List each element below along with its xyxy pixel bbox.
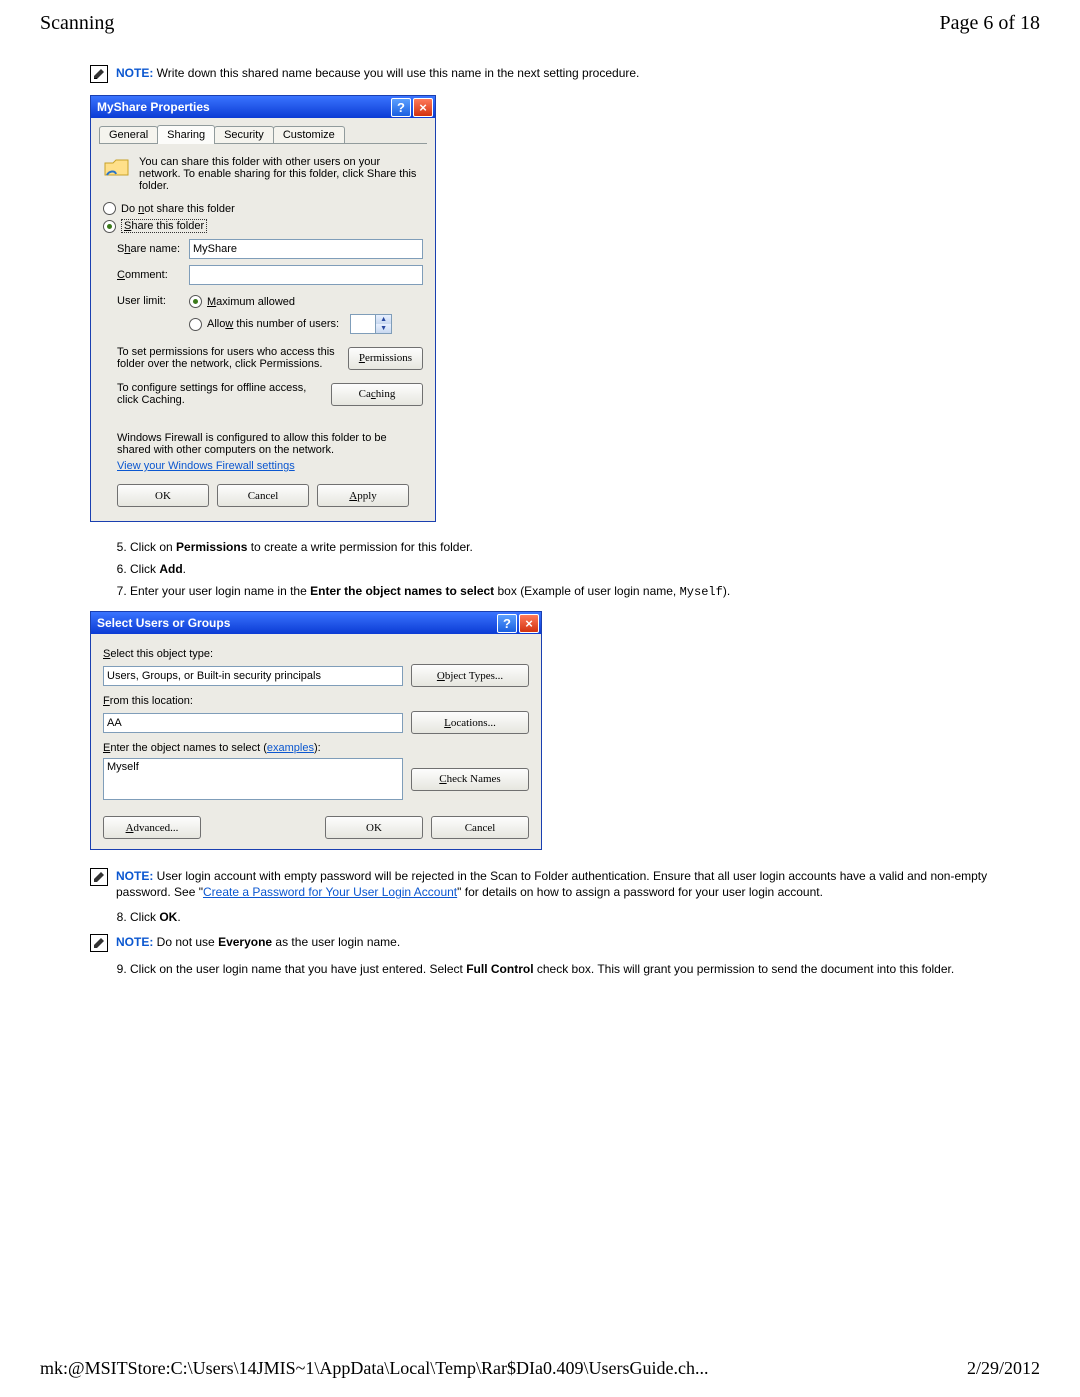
- location-input[interactable]: AA: [103, 713, 403, 733]
- caching-button[interactable]: Caching: [331, 383, 423, 406]
- chevron-down-icon[interactable]: ▼: [376, 324, 391, 333]
- step-5: Click on Permissions to create a write p…: [130, 540, 1020, 554]
- share-description: You can share this folder with other use…: [139, 156, 423, 192]
- step-9: Click on the user login name that you ha…: [130, 962, 1020, 976]
- step-6: Click Add.: [130, 562, 1020, 576]
- note-3: NOTE: Do not use Everyone as the user lo…: [90, 934, 1020, 952]
- doc-title: Scanning: [40, 12, 114, 35]
- firewall-text: Windows Firewall is configured to allow …: [117, 432, 423, 456]
- radio-share-folder-label: Share this folder: [121, 219, 207, 233]
- dialog-titlebar[interactable]: Select Users or Groups ? ×: [91, 612, 541, 634]
- advanced-button[interactable]: Advanced...: [103, 816, 201, 839]
- footer-path: mk:@MSITStore:C:\Users\14JMIS~1\AppData\…: [40, 1358, 708, 1379]
- select-users-dialog: Select Users or Groups ? × Select this o…: [90, 611, 542, 850]
- note-label: NOTE:: [116, 935, 153, 949]
- tab-security[interactable]: Security: [214, 126, 274, 143]
- help-icon[interactable]: ?: [391, 98, 411, 117]
- radio-max-allowed-label: Maximum allowed: [207, 296, 295, 308]
- page-footer: mk:@MSITStore:C:\Users\14JMIS~1\AppData\…: [40, 1358, 1040, 1379]
- note-1: NOTE: Write down this shared name becaus…: [90, 65, 1020, 83]
- user-count-stepper[interactable]: ▲▼: [350, 314, 392, 334]
- create-password-link[interactable]: Create a Password for Your User Login Ac…: [203, 885, 457, 899]
- radio-do-not-share-label: Do not share this folder: [121, 203, 235, 215]
- note-text: NOTE: Write down this shared name becaus…: [116, 65, 639, 81]
- enter-names-label: Enter the object names to select (exampl…: [103, 742, 529, 754]
- user-limit-label: User limit:: [117, 295, 189, 334]
- tab-sharing[interactable]: Sharing: [157, 125, 215, 144]
- radio-max-allowed[interactable]: [189, 295, 202, 308]
- pencil-icon: [90, 65, 108, 83]
- note-2: NOTE: User login account with empty pass…: [90, 868, 1020, 900]
- object-types-button[interactable]: Object Types...: [411, 664, 529, 687]
- shared-folder-icon: [103, 156, 131, 180]
- help-icon[interactable]: ?: [497, 614, 517, 633]
- share-name-label: Share name:: [117, 243, 189, 255]
- dialog-title: Select Users or Groups: [97, 616, 230, 630]
- tab-strip: General Sharing Security Customize: [99, 124, 427, 144]
- comment-input[interactable]: [189, 265, 423, 285]
- note-label: NOTE:: [116, 869, 153, 883]
- radio-share-folder[interactable]: [103, 220, 116, 233]
- ok-button[interactable]: OK: [117, 484, 209, 507]
- note-label: NOTE:: [116, 66, 153, 80]
- object-names-input[interactable]: Myself: [103, 758, 403, 800]
- instruction-list-b: Click OK.: [90, 910, 1020, 924]
- page-header: Scanning Page 6 of 18: [40, 12, 1040, 35]
- examples-link[interactable]: examples: [267, 742, 314, 754]
- dialog-titlebar[interactable]: MyShare Properties ? ×: [91, 96, 435, 118]
- footer-date: 2/29/2012: [967, 1358, 1040, 1379]
- permissions-button[interactable]: Permissions: [348, 347, 423, 370]
- step-7: Enter your user login name in the Enter …: [130, 584, 1020, 599]
- note-text: NOTE: Do not use Everyone as the user lo…: [116, 934, 400, 950]
- pencil-icon: [90, 868, 108, 886]
- tab-customize[interactable]: Customize: [273, 126, 345, 143]
- object-type-input[interactable]: Users, Groups, or Built-in security prin…: [103, 666, 403, 686]
- select-object-type-label: Select this object type:: [103, 648, 529, 660]
- close-icon[interactable]: ×: [519, 614, 539, 633]
- tab-general[interactable]: General: [99, 126, 158, 143]
- firewall-settings-link[interactable]: View your Windows Firewall settings: [117, 460, 295, 472]
- ok-button[interactable]: OK: [325, 816, 423, 839]
- radio-do-not-share[interactable]: [103, 202, 116, 215]
- radio-allow-number-label: Allow this number of users:: [207, 318, 339, 330]
- pencil-icon: [90, 934, 108, 952]
- instruction-list-a: Click on Permissions to create a write p…: [90, 540, 1020, 599]
- cancel-button[interactable]: Cancel: [431, 816, 529, 839]
- caching-text: To configure settings for offline access…: [117, 382, 323, 406]
- share-name-input[interactable]: MyShare: [189, 239, 423, 259]
- myshare-properties-dialog: MyShare Properties ? × General Sharing S…: [90, 95, 436, 522]
- from-location-label: From this location:: [103, 695, 529, 707]
- check-names-button[interactable]: Check Names: [411, 768, 529, 791]
- chevron-up-icon[interactable]: ▲: [376, 315, 391, 324]
- permissions-text: To set permissions for users who access …: [117, 346, 340, 370]
- instruction-list-c: Click on the user login name that you ha…: [90, 962, 1020, 976]
- note-text: NOTE: User login account with empty pass…: [116, 868, 1020, 900]
- dialog-title: MyShare Properties: [97, 100, 210, 114]
- cancel-button[interactable]: Cancel: [217, 484, 309, 507]
- page-indicator: Page 6 of 18: [939, 12, 1040, 35]
- comment-label: Comment:: [117, 269, 189, 281]
- close-icon[interactable]: ×: [413, 98, 433, 117]
- locations-button[interactable]: Locations...: [411, 711, 529, 734]
- apply-button[interactable]: Apply: [317, 484, 409, 507]
- step-8: Click OK.: [130, 910, 1020, 924]
- radio-allow-number[interactable]: [189, 318, 202, 331]
